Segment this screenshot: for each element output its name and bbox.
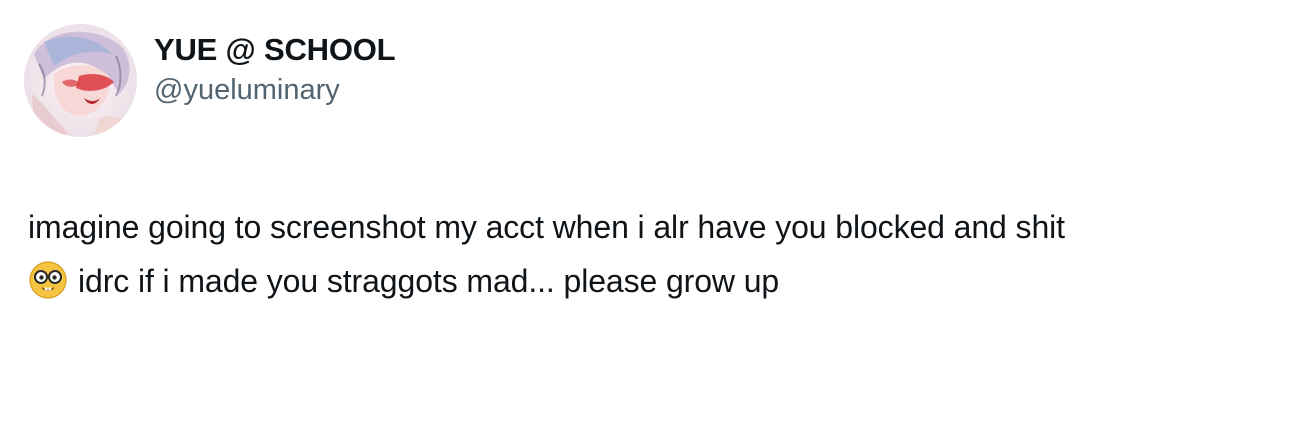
tweet-card: YUE @ SCHOOL @yueluminary imagine going … xyxy=(0,0,1299,433)
anime-avatar-image xyxy=(24,24,137,137)
avatar[interactable] xyxy=(24,24,137,137)
tweet-text-line-2-wrapper: idrc if i made you straggots mad... plea… xyxy=(28,254,1278,308)
tweet-text-line-1: imagine going to screenshot my acct when… xyxy=(28,209,1065,245)
tweet-header: YUE @ SCHOOL @yueluminary xyxy=(24,24,396,137)
user-handle[interactable]: @yueluminary xyxy=(154,71,395,109)
display-name[interactable]: YUE @ SCHOOL xyxy=(154,31,396,69)
nerd-face-icon xyxy=(28,260,68,300)
author-names: YUE @ SCHOOL @yueluminary xyxy=(154,31,396,109)
tweet-text-line-2: idrc if i made you straggots mad... plea… xyxy=(78,263,780,299)
tweet-text: imagine going to screenshot my acct when… xyxy=(28,200,1278,308)
